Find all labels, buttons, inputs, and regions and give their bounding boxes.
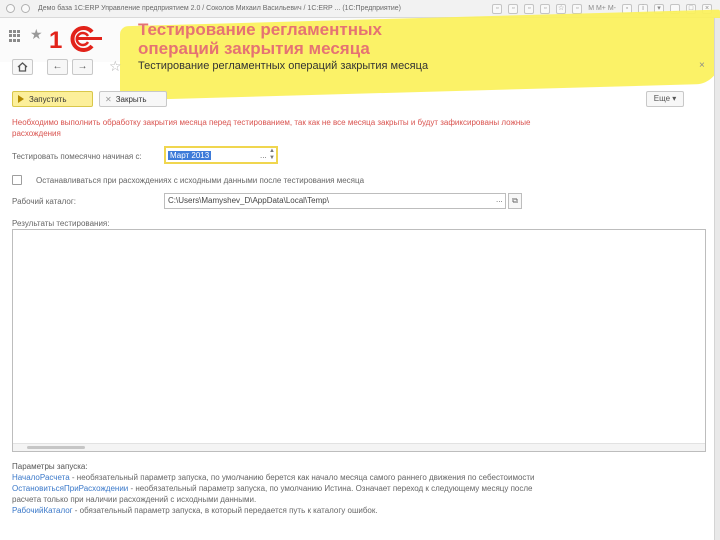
save-icon[interactable]: ▫: [492, 3, 503, 14]
month-spinner[interactable]: ▲ ▼: [269, 148, 275, 162]
run-button[interactable]: Запустить: [12, 91, 93, 107]
memory-buttons[interactable]: M M+ M-: [588, 5, 616, 12]
back-button[interactable]: ←: [47, 59, 68, 75]
results-label: Результаты тестирования:: [12, 219, 110, 228]
favorites-icon[interactable]: ☆: [556, 3, 567, 14]
param-name: ОстановитьсяПриРасхождении: [12, 484, 129, 493]
warning-line-2: расхождения: [12, 129, 61, 138]
param-text: расчета только при наличии расхождений с…: [12, 495, 257, 504]
dir-input[interactable]: C:\Users\Mamyshev_D\AppData\Local\Temp\: [164, 193, 506, 209]
param-item: расчета только при наличии расхождений с…: [12, 494, 652, 505]
dir-label: Рабочий каталог:: [12, 197, 77, 206]
open-folder-icon[interactable]: ⧉: [508, 193, 522, 209]
param-text: - необязательный параметр запуска, по ум…: [69, 473, 535, 482]
home-icon: [17, 62, 28, 72]
month-input[interactable]: Март 2013 ... ▲ ▼: [164, 146, 278, 164]
warning-message: Необходимо выполнить обработку закрытия …: [12, 117, 612, 139]
param-text: - обязательный параметр запуска, в котор…: [72, 506, 378, 515]
vertical-scrollbar[interactable]: [714, 18, 720, 540]
scrollbar-thumb[interactable]: [27, 446, 85, 449]
param-item: РабочийКаталог - обязательный параметр з…: [12, 505, 652, 516]
favorite-star-icon[interactable]: ☆: [109, 58, 122, 75]
more-button[interactable]: Еще ▾: [646, 91, 684, 107]
home-button[interactable]: [12, 59, 33, 75]
param-item: ОстановитьсяПриРасхождении - необязатель…: [12, 483, 652, 494]
slide-title: Тестирование регламентных операций закры…: [138, 20, 558, 58]
print-icon[interactable]: ▫: [508, 3, 519, 14]
stop-on-mismatch-checkbox[interactable]: [12, 175, 22, 185]
play-icon: [18, 95, 24, 103]
close-button-label: Закрыть: [115, 94, 147, 104]
params-heading: Параметры запуска:: [12, 462, 88, 471]
param-name: РабочийКаталог: [12, 506, 73, 515]
param-item: НачалоРасчета - необязательный параметр …: [12, 472, 652, 483]
sections-grid-icon[interactable]: [9, 30, 21, 42]
window-menu-icon[interactable]: [6, 4, 15, 13]
month-value: Март 2013: [168, 150, 212, 160]
dir-select-button[interactable]: ...: [496, 195, 503, 204]
stop-on-mismatch-label: Останавливаться при расхождениях с исход…: [36, 176, 365, 185]
results-textarea[interactable]: [12, 229, 706, 452]
history-icon[interactable]: ▫: [572, 3, 583, 14]
warning-line-1: Необходимо выполнить обработку закрытия …: [12, 118, 531, 127]
1c-logo: 1: [49, 26, 102, 54]
forward-button[interactable]: →: [72, 59, 93, 75]
slide-title-line-1: Тестирование регламентных: [138, 20, 382, 39]
param-text: - необязательный параметр запуска, по ум…: [128, 484, 533, 493]
param-name: НачалоРасчета: [12, 473, 70, 482]
slide-title-line-2: операций закрытия месяца: [138, 39, 370, 58]
clipboard-icon[interactable]: ▫: [524, 3, 535, 14]
svg-text:1: 1: [49, 27, 62, 54]
month-label: Тестировать помесячно начиная с:: [12, 152, 142, 161]
month-select-button[interactable]: ...: [260, 151, 267, 160]
run-button-label: Запустить: [29, 94, 67, 104]
window-title: Демо база 1С:ERP Управление предприятием…: [38, 5, 402, 12]
form-close-button[interactable]: ×: [699, 60, 705, 71]
star-icon[interactable]: ★: [30, 26, 43, 43]
form-title: Тестирование регламентных операций закры…: [138, 60, 429, 72]
horizontal-scrollbar[interactable]: [13, 443, 705, 451]
link-icon[interactable]: ▫: [540, 3, 551, 14]
close-icon: ✕: [105, 94, 112, 104]
window-options-icon[interactable]: [21, 4, 30, 13]
close-button[interactable]: ✕ Закрыть: [99, 91, 167, 107]
